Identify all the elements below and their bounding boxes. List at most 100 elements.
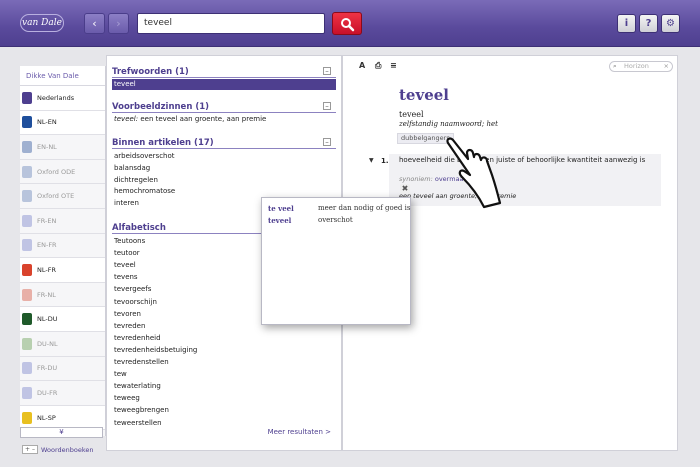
dictionary-book-icon <box>22 239 32 252</box>
dictionaries-link[interactable]: Woordenboeken <box>41 446 94 454</box>
binnen-artikel-item[interactable]: dichtregelen <box>112 175 336 186</box>
dictionary-label: NL-EN <box>37 118 57 127</box>
dictionary-label: Oxford OTE <box>37 192 75 201</box>
dictionary-label: Oxford ODE <box>37 167 76 176</box>
binnen-artikelen-title[interactable]: Binnen artikelen (17) <box>112 138 214 148</box>
top-bar: van Dale ‹ › teveel i ? ⚙ <box>0 0 700 47</box>
alfabetisch-item[interactable]: tevredenheidsbetuiging <box>112 345 336 356</box>
grammar-info: zelfstandig naamwoord; het <box>399 120 498 128</box>
magnifier-icon: ⌕ <box>613 62 617 70</box>
alfabetisch-item[interactable]: teweerstellen <box>112 418 336 429</box>
help-icon[interactable]: ? <box>639 14 658 33</box>
spelling-popup: ✖ te veel meer dan nodig of goed is teve… <box>261 184 411 325</box>
voorbeeldzinnen-title[interactable]: Voorbeeldzinnen (1) <box>112 102 209 112</box>
list-view-icon[interactable]: ≡ <box>390 61 397 70</box>
dictionary-item[interactable]: FR-NL <box>20 283 105 308</box>
dictionary-book-icon <box>22 116 32 129</box>
dictionary-label: FR-EN <box>37 216 57 225</box>
dictionary-item[interactable]: NL-DU <box>20 307 105 332</box>
dictionary-label: DU-FR <box>37 388 58 397</box>
section-divider <box>112 148 336 149</box>
dictionary-item[interactable]: NL-EN <box>20 110 105 136</box>
in-entry-search-placeholder: Horizon <box>624 62 649 70</box>
dictionary-item[interactable]: Nederlands <box>20 86 105 111</box>
dictionary-label: FR-DU <box>37 364 58 373</box>
search-button[interactable] <box>332 12 362 35</box>
in-entry-search-field[interactable]: ⌕ Horizon × <box>609 61 673 72</box>
dictionary-item[interactable]: DU-FR <box>20 381 105 406</box>
dictionary-item[interactable]: FR-EN <box>20 209 105 234</box>
dictionary-book-icon <box>22 190 32 203</box>
van-dale-logo: van Dale <box>20 14 64 32</box>
expand-triangle-icon[interactable]: ▼ <box>369 157 374 164</box>
headword: teveel <box>399 86 449 104</box>
clear-icon[interactable]: × <box>664 62 669 71</box>
popup-definition: meer dan nodig of goed is <box>318 204 411 212</box>
dictionary-label: NL-FR <box>37 265 56 274</box>
forward-button[interactable]: › <box>108 13 129 34</box>
settings-gear-icon[interactable]: ⚙ <box>661 14 680 33</box>
dictionary-book-icon <box>22 140 32 153</box>
lemma: teveel <box>399 110 424 119</box>
info-icon[interactable]: i <box>617 14 636 33</box>
alfabetisch-title[interactable]: Alfabetisch <box>112 223 166 233</box>
dictionary-item[interactable]: Oxford OTE <box>20 184 105 209</box>
meaning-text: hoeveelheid die boven een juiste of beho… <box>399 156 646 164</box>
trefwoorden-title[interactable]: Trefwoorden (1) <box>112 67 189 77</box>
alfabetisch-item[interactable]: tew <box>112 369 336 380</box>
dictionary-label: FR-NL <box>37 290 56 299</box>
popup-term[interactable]: te veel <box>268 204 316 213</box>
alfabetisch-item[interactable]: teweeg <box>112 393 336 404</box>
alfabetisch-item[interactable]: tewaterlating <box>112 381 336 392</box>
binnen-artikel-item[interactable]: arbeidsoverschot <box>112 151 336 162</box>
alfabetisch-item[interactable]: tevredenstellen <box>112 357 336 368</box>
dictionary-book-icon <box>22 288 32 301</box>
print-icon[interactable]: ⎙ <box>375 61 381 71</box>
binnen-artikel-item[interactable]: balansdag <box>112 163 336 174</box>
dictionary-label: NL-DU <box>37 315 58 324</box>
binnen-artikel-item[interactable]: hemochromatose <box>112 186 336 197</box>
section-divider <box>112 112 336 113</box>
section-divider <box>112 77 336 78</box>
dictionary-label: Nederlands <box>37 93 75 102</box>
dictionary-item[interactable]: NL-FR <box>20 258 105 283</box>
font-size-icon[interactable]: A <box>359 61 365 70</box>
alfabetisch-item[interactable]: teweegbrengen <box>112 405 336 416</box>
example-text: een teveel aan groente, aan premie <box>138 115 267 123</box>
collapse-trefwoorden-button[interactable]: – <box>323 67 331 75</box>
search-icon <box>341 18 355 32</box>
dictionary-list: Nederlands NL-EN EN-NL Oxford ODE Oxford OTE… <box>20 86 105 431</box>
dictionary-sidebar: Dikke Van Dale Nederlands NL-EN EN-NL Oxfor… <box>20 66 106 436</box>
collapse-voorbeeldzinnen-button[interactable]: – <box>323 102 331 110</box>
dictionary-label: EN-FR <box>37 241 57 250</box>
example-keyword: teveel: <box>114 115 139 123</box>
dictionary-book-icon <box>22 165 32 178</box>
meaning-number: 1. <box>381 157 389 165</box>
alfabetisch-item[interactable]: tevredenheid <box>112 333 336 344</box>
back-button[interactable]: ‹ <box>84 13 105 34</box>
sidebar-header[interactable]: Dikke Van Dale <box>20 66 105 86</box>
close-popup-icon[interactable]: ✖ <box>400 184 410 194</box>
dictionary-book-icon <box>22 337 32 350</box>
dictionary-label: NL-SP <box>37 413 56 422</box>
dictionary-item[interactable]: EN-FR <box>20 234 105 259</box>
collapse-binnen-button[interactable]: – <box>323 138 331 146</box>
dictionary-item[interactable]: EN-NL <box>20 135 105 160</box>
hand-pointer-icon <box>446 137 502 209</box>
dictionary-book-icon <box>22 386 32 399</box>
dictionary-book-icon <box>22 91 32 104</box>
dictionary-label: DU-NL <box>37 339 58 348</box>
add-remove-dictionaries-button[interactable]: + – <box>22 445 38 454</box>
example-sentence-item[interactable]: teveel: een teveel aan groente, aan prem… <box>112 114 336 125</box>
popup-term[interactable]: teveel <box>268 216 316 225</box>
dictionary-item[interactable]: DU-NL <box>20 332 105 357</box>
dictionary-book-icon <box>22 411 32 424</box>
more-results-link[interactable]: Meer resultaten > <box>268 428 331 436</box>
sidebar-scroll-button[interactable]: ¥ <box>20 427 103 438</box>
dictionary-item[interactable]: Oxford ODE <box>20 160 105 185</box>
dictionary-item[interactable]: FR-DU <box>20 357 105 382</box>
search-input[interactable]: teveel <box>137 13 325 34</box>
dictionary-book-icon <box>22 263 32 276</box>
dictionary-book-icon <box>22 313 32 326</box>
trefwoord-item[interactable]: teveel <box>112 79 336 90</box>
